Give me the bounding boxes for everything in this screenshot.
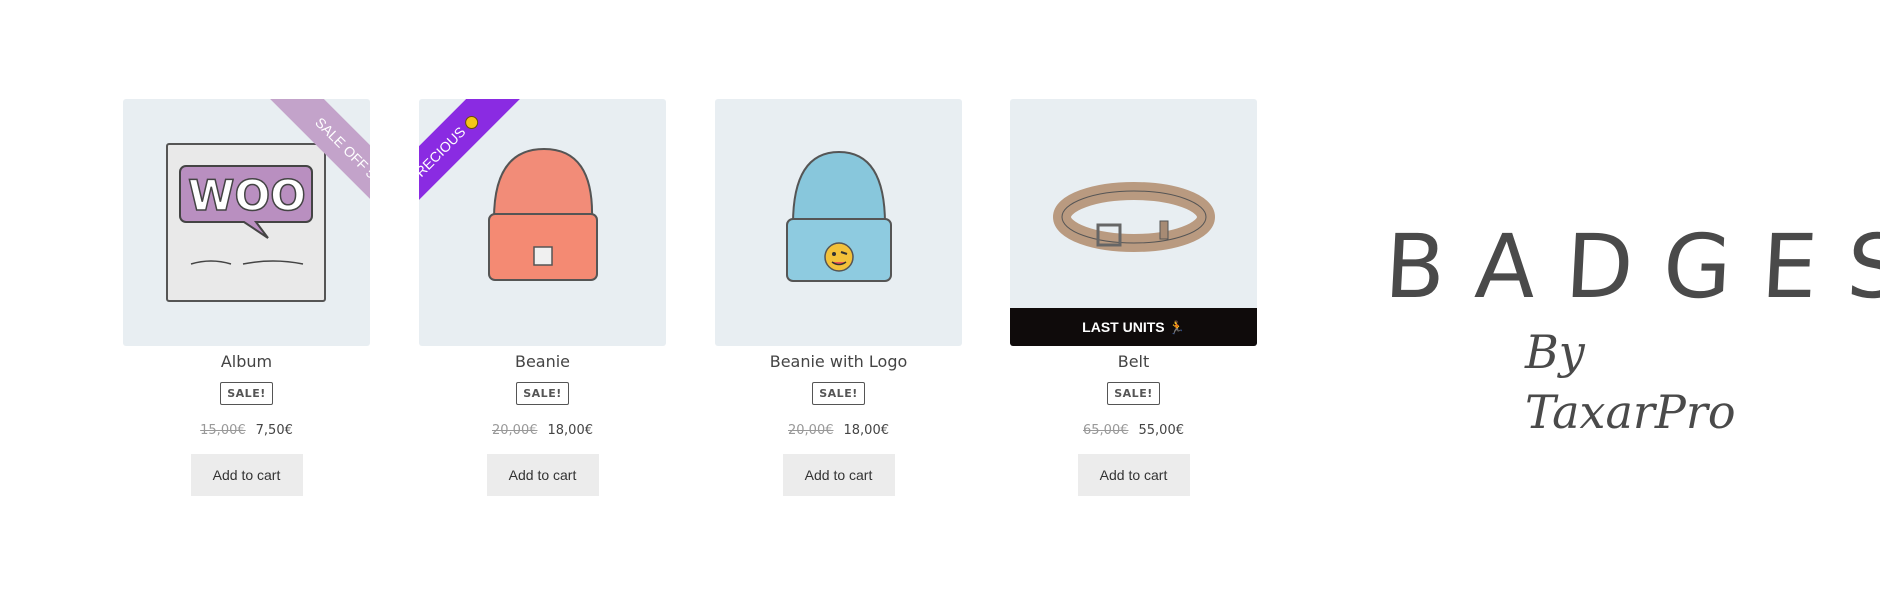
product-title[interactable]: Album xyxy=(123,350,370,374)
product-image-beanie-with-logo[interactable] xyxy=(715,99,962,346)
product-price: 65,00€ 55,00€ xyxy=(1010,423,1257,438)
product-price: 15,00€ 7,50€ xyxy=(123,423,370,438)
product-image-album[interactable]: WOO SALE OFF 50% xyxy=(123,99,370,346)
sale-badge: SALE! xyxy=(516,382,569,405)
current-price: 18,00€ xyxy=(547,423,594,438)
product-title[interactable]: Beanie xyxy=(419,350,666,374)
smile-emoji-icon xyxy=(462,113,481,132)
last-units-bar-badge: LAST UNITS 🏃 xyxy=(1010,308,1257,346)
product-title[interactable]: Belt xyxy=(1010,350,1257,374)
badges-logo: BADGES By TaxarPro xyxy=(1382,215,1880,439)
blue-beanie-icon xyxy=(786,150,892,282)
product-card-belt: LAST UNITS 🏃 Belt SALE! 65,00€ 55,00€ Add … xyxy=(1010,99,1257,496)
sale-badge: SALE! xyxy=(812,382,865,405)
old-price: 20,00€ xyxy=(492,423,538,438)
svg-text:WOO: WOO xyxy=(188,171,306,220)
current-price: 55,00€ xyxy=(1138,423,1185,438)
sale-badge: SALE! xyxy=(1107,382,1160,405)
old-price: 65,00€ xyxy=(1083,423,1129,438)
product-card-beanie: PRECIOUS Beanie SALE! 20,00€ 18,00€ Add t… xyxy=(419,99,666,496)
product-price: 20,00€ 18,00€ xyxy=(419,423,666,438)
product-card-beanie-with-logo: Beanie with Logo SALE! 20,00€ 18,00€ Add … xyxy=(715,99,962,496)
running-person-icon: 🏃 xyxy=(1168,320,1185,335)
logo-subtitle: By TaxarPro xyxy=(1525,325,1736,439)
add-to-cart-button[interactable]: Add to cart xyxy=(782,454,895,496)
old-price: 20,00€ xyxy=(788,423,834,438)
add-to-cart-button[interactable]: Add to cart xyxy=(190,454,303,496)
logo-title: BADGES xyxy=(1382,215,1880,318)
add-to-cart-button[interactable]: Add to cart xyxy=(1077,454,1190,496)
add-to-cart-button[interactable]: Add to cart xyxy=(486,454,599,496)
current-price: 7,50€ xyxy=(255,423,293,438)
product-price: 20,00€ 18,00€ xyxy=(715,423,962,438)
current-price: 18,00€ xyxy=(843,423,890,438)
sale-badge: SALE! xyxy=(220,382,273,405)
product-title[interactable]: Beanie with Logo xyxy=(715,350,962,374)
old-price: 15,00€ xyxy=(200,423,246,438)
product-card-album: WOO SALE OFF 50% Album SALE! 15,00€ 7,50€… xyxy=(123,99,370,496)
product-image-belt[interactable]: LAST UNITS 🏃 xyxy=(1010,99,1257,346)
product-image-beanie[interactable]: PRECIOUS xyxy=(419,99,666,346)
